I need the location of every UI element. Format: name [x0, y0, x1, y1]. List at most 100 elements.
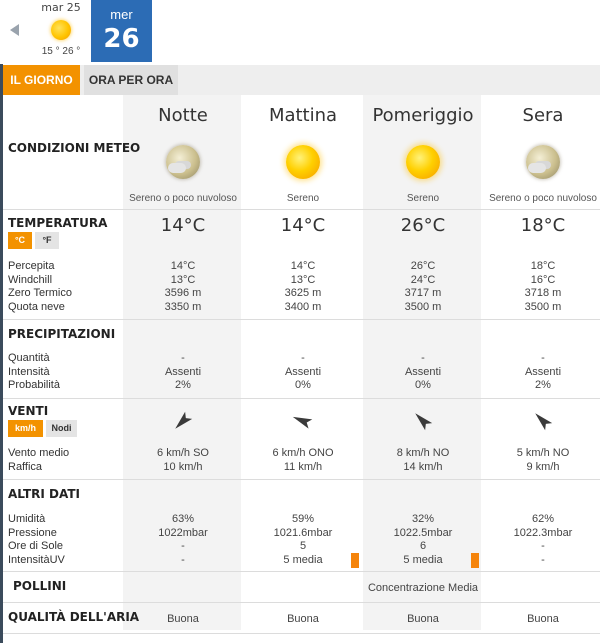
- value-cell: 62%: [531, 513, 555, 525]
- value-cell: 5 media: [403, 553, 443, 566]
- temperature-value: 18°C: [520, 215, 566, 236]
- value-cell: 32%: [411, 513, 435, 525]
- section-venti: VENTI: [8, 404, 49, 418]
- value-cell: 3400 m: [284, 300, 322, 313]
- value-cell: 26°C: [410, 260, 436, 272]
- row-label: Quantità Intensità Probabilità: [8, 352, 60, 391]
- sun-icon: [406, 145, 440, 179]
- value-cell: 1022.5mbar: [393, 526, 453, 539]
- value-cell: 0%: [415, 379, 431, 391]
- moon-cloud-icon: [526, 145, 560, 179]
- section-temperatura: TEMPERATURA: [8, 216, 108, 230]
- value-cell: Assenti: [164, 365, 202, 378]
- day-card-current[interactable]: mer 26: [91, 0, 152, 62]
- other-details: 59% 1021.6mbar 5 5 media: [243, 513, 363, 567]
- value-cell: 6 km/h ONO: [272, 447, 334, 459]
- value-cell: -: [181, 352, 185, 364]
- value-cell: 3350 m: [164, 300, 202, 313]
- value-cell: -: [541, 540, 545, 552]
- section-qualita-aria: QUALITÀ DELL'ARIA: [8, 610, 140, 624]
- period-column: Mattina Sereno 14°C 14°C 13°C 3625 m 3400 m - As…: [243, 95, 363, 630]
- air-quality-value: Buona: [287, 613, 319, 625]
- value-cell: 3500 m: [404, 300, 442, 313]
- unit-kmh-toggle[interactable]: km/h: [8, 420, 43, 437]
- value-cell: 2%: [535, 379, 551, 391]
- moon-cloud-icon: [166, 145, 200, 179]
- value-cell: 6 km/h SO: [157, 447, 209, 459]
- divider: [3, 633, 600, 634]
- value-cell: 11 km/h: [283, 460, 323, 473]
- day-name: mar 25: [41, 1, 81, 14]
- period-name: Mattina: [268, 105, 338, 126]
- temperature-details: 26°C 24°C 3717 m 3500 m: [363, 260, 483, 314]
- row-label: Percepita Windchill Zero Termico Quota n…: [8, 260, 72, 313]
- section-altri-dati: ALTRI DATI: [8, 487, 80, 501]
- previous-day-arrow-icon[interactable]: [10, 24, 19, 36]
- period-name: Pomeriggio: [372, 105, 474, 126]
- value-cell: 1021.6mbar: [273, 526, 333, 539]
- value-cell: 24°C: [410, 273, 436, 286]
- forecast-table: CONDIZIONI METEO TEMPERATURA °C °F Perce…: [3, 95, 600, 643]
- value-cell: 0%: [295, 379, 311, 391]
- section-pollini: POLLINI: [13, 579, 67, 593]
- precipitation-details: - Assenti 2%: [483, 352, 600, 393]
- unit-nodi-toggle[interactable]: Nodi: [46, 420, 77, 437]
- uv-level-bar: [351, 553, 359, 568]
- day-card-previous[interactable]: mar 25 15 ° 26 °: [34, 0, 88, 62]
- condition-text: Sereno: [286, 193, 320, 204]
- value-cell: 5 km/h NO: [516, 447, 570, 459]
- value-cell: 13°C: [170, 273, 196, 286]
- value-cell: 5 media: [283, 553, 323, 566]
- wind-details: 6 km/h ONO 11 km/h: [243, 447, 363, 474]
- period-column: Sera Sereno o poco nuvoloso 18°C 18°C 16°C 37…: [483, 95, 600, 630]
- value-cell: -: [181, 540, 185, 552]
- tab-ora-per-ora[interactable]: ORA PER ORA: [84, 65, 178, 95]
- row-label: Umidità Pressione Ore di Sole IntensitàU…: [8, 513, 65, 566]
- condition-text: Sereno o poco nuvoloso: [489, 193, 597, 204]
- wind-direction-arrow-icon: [411, 409, 435, 433]
- air-quality-value: Buona: [167, 613, 199, 625]
- value-cell: 3717 m: [404, 287, 442, 299]
- value-cell: -: [181, 553, 185, 566]
- row-label: Vento medio Raffica: [8, 447, 70, 473]
- period-name: Notte: [158, 105, 208, 126]
- value-cell: 59%: [291, 513, 315, 525]
- other-details: 63% 1022mbar - -: [123, 513, 243, 567]
- value-cell: 3596 m: [164, 287, 202, 299]
- precipitation-details: - Assenti 0%: [243, 352, 363, 393]
- uv-level-bar: [471, 553, 479, 568]
- day-temps: 15 ° 26 °: [41, 46, 81, 57]
- value-cell: 9 km/h: [526, 460, 560, 473]
- tab-il-giorno[interactable]: IL GIORNO: [3, 65, 80, 95]
- value-cell: 1022.3mbar: [513, 526, 573, 539]
- value-cell: 6: [419, 540, 427, 552]
- precipitation-details: - Assenti 0%: [363, 352, 483, 393]
- value-cell: Assenti: [524, 365, 562, 378]
- value-cell: 16°C: [530, 273, 556, 286]
- value-cell: 14°C: [290, 260, 316, 272]
- value-cell: 3625 m: [284, 287, 322, 299]
- day-number: 26: [103, 24, 140, 54]
- value-cell: 8 km/h NO: [396, 447, 450, 459]
- day-navigator: mar 25 15 ° 26 ° mer 26: [0, 0, 600, 64]
- sun-icon: [286, 145, 320, 179]
- value-cell: 1022mbar: [158, 526, 208, 539]
- temperature-details: 14°C 13°C 3596 m 3350 m: [123, 260, 243, 314]
- air-quality-value: Buona: [407, 613, 439, 625]
- period-name: Sera: [522, 105, 564, 126]
- condition-text: Sereno: [406, 193, 440, 204]
- value-cell: 5: [299, 540, 307, 552]
- value-cell: -: [541, 352, 545, 364]
- temperature-value: 14°C: [280, 215, 326, 236]
- unit-celsius-toggle[interactable]: °C: [8, 232, 32, 249]
- temperature-value: 14°C: [160, 215, 206, 236]
- wind-details: 5 km/h NO 9 km/h: [483, 447, 600, 474]
- period-column: Notte Sereno o poco nuvoloso 14°C 14°C 13°C 3…: [123, 95, 243, 630]
- temperature-details: 18°C 16°C 3718 m 3500 m: [483, 260, 600, 314]
- section-condizioni-meteo: CONDIZIONI METEO: [8, 141, 141, 155]
- value-cell: 18°C: [530, 260, 556, 272]
- value-cell: 63%: [171, 513, 195, 525]
- unit-fahrenheit-toggle[interactable]: °F: [35, 232, 59, 249]
- value-cell: 14°C: [170, 260, 196, 272]
- wind-direction-arrow-icon: [171, 409, 195, 433]
